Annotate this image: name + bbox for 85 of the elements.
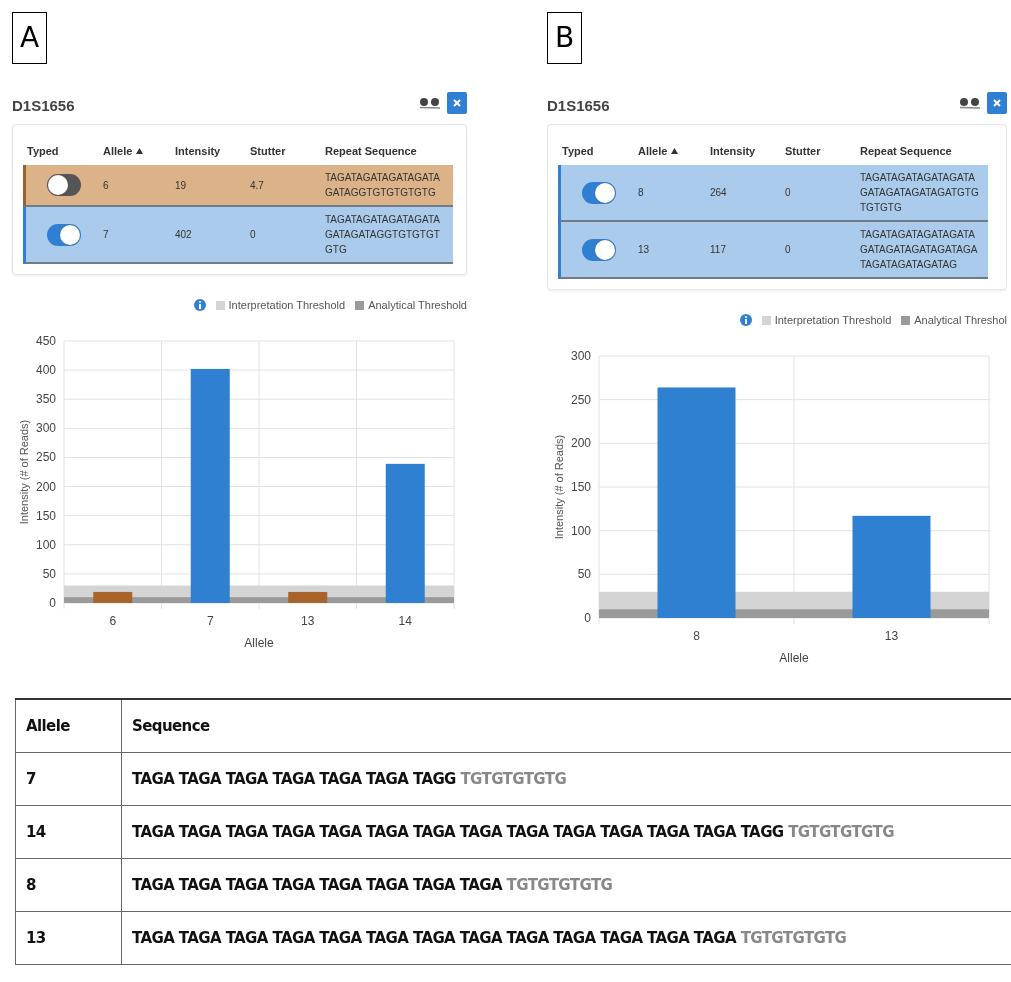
y-tick-label: 200 <box>35 479 56 494</box>
typed-toggle[interactable] <box>581 238 616 261</box>
y-tick-label: 50 <box>42 566 56 581</box>
y-tick-label: 200 <box>570 436 591 451</box>
intensity-cell: 264 <box>710 187 727 198</box>
marker-title: D1S1656 <box>12 97 75 114</box>
stutter-cell: 0 <box>785 244 791 255</box>
allele-cell: 13 <box>26 929 46 947</box>
legend-label: Analytical Threshold <box>368 299 467 311</box>
column-header: Allele <box>26 717 70 735</box>
y-tick-label: 300 <box>570 349 591 363</box>
column-header[interactable]: Allele <box>103 145 133 157</box>
column-header[interactable]: Stutter <box>785 145 821 157</box>
panel-label: B <box>547 12 583 64</box>
repeat-sequence-cell-text: TAGATAGATAGATAGATAGATAGATAGATAGATAGATAGATAGATAGATAG <box>860 228 979 272</box>
y-tick-label: 400 <box>35 363 56 378</box>
intensity-cell: 117 <box>710 244 726 255</box>
column-header[interactable]: Intensity <box>710 145 756 157</box>
allele-cell: 8 <box>638 187 644 198</box>
y-tick-label: 250 <box>35 450 56 465</box>
allele-cell: 14 <box>26 823 46 841</box>
info-icon[interactable] <box>193 299 206 311</box>
stutter-cell: 0 <box>785 187 791 198</box>
column-header[interactable]: Typed <box>27 145 59 157</box>
stutter-cell: 0 <box>250 229 256 240</box>
x-tick-label: 7 <box>206 614 214 628</box>
y-tick-label: 100 <box>570 523 591 538</box>
x-tick-label: 13 <box>301 614 315 628</box>
sort-ascending-icon <box>671 148 679 154</box>
y-tick-label: 0 <box>584 611 591 625</box>
y-tick-label: 150 <box>570 480 591 494</box>
x-axis-title: Allele <box>244 636 274 650</box>
close-icon <box>993 99 1001 107</box>
allele-cell: 7 <box>103 229 109 240</box>
column-header[interactable]: Allele <box>638 145 668 157</box>
column-header[interactable]: Stutter <box>250 145 286 157</box>
repeat-sequence-cell-text: TAGATAGATAGATAGATAGATAGGTGTGTGTGTG <box>325 171 441 200</box>
y-tick-label: 350 <box>35 392 56 407</box>
repeat-sequence-cell-text: TAGATAGATAGATAGATAGATAGATAGATAGATGTGTGTGTG <box>860 171 980 215</box>
legend-label: Analytical Threshol <box>914 314 1007 326</box>
y-tick-label: 50 <box>577 567 591 582</box>
y-axis-title: Intensity (# of Reads) <box>553 434 565 540</box>
allele-cell: 7 <box>26 770 36 788</box>
intensity-cell: 402 <box>175 229 192 240</box>
x-tick-label: 6 <box>109 614 117 628</box>
y-tick-label: 450 <box>35 334 56 348</box>
sequence-cell: TAGA TAGA TAGA TAGA TAGA TAGA TAGA TAGA TAGA TAGA TAGA TAGA TAGA TGTGTGTGTG <box>132 929 847 947</box>
sort-ascending-icon <box>136 148 144 154</box>
close-button[interactable] <box>987 92 1007 114</box>
x-tick-label: 14 <box>398 614 412 628</box>
x-tick-label: 13 <box>884 629 899 643</box>
typed-toggle[interactable] <box>46 174 81 196</box>
allele-cell: 13 <box>638 244 650 255</box>
close-icon <box>453 99 461 107</box>
y-tick-label: 0 <box>49 596 56 610</box>
y-tick-label: 150 <box>35 508 56 523</box>
column-header: Sequence <box>132 717 210 735</box>
marker-title: D1S1656 <box>547 97 610 114</box>
repeat-sequence-cell-text: TAGATAGATAGATAGATAGATAGATAGGTGTGTGTGTG <box>325 213 441 257</box>
column-header[interactable]: Repeat Sequence <box>325 145 417 157</box>
panel-label: A <box>12 12 48 64</box>
column-header[interactable]: Typed <box>562 145 594 157</box>
intensity-cell: 19 <box>175 179 187 191</box>
sequence-cell: TAGA TAGA TAGA TAGA TAGA TAGA TAGG TGTGTGTGTG <box>132 770 567 788</box>
info-icon[interactable] <box>739 314 752 326</box>
typed-toggle[interactable] <box>46 223 81 246</box>
two-dots-icon[interactable] <box>959 97 981 109</box>
close-button[interactable] <box>447 92 467 114</box>
column-header[interactable]: Repeat Sequence <box>860 145 952 157</box>
y-axis-title: Intensity (# of Reads) <box>18 419 30 525</box>
y-tick-label: 100 <box>35 537 56 552</box>
sequence-cell: TAGA TAGA TAGA TAGA TAGA TAGA TAGA TAGA TAGA TAGA TAGA TAGA TAGA TAGG TGTGTGTGTG <box>132 823 894 841</box>
y-tick-label: 300 <box>35 421 56 436</box>
allele-cell: 8 <box>26 876 36 894</box>
x-axis-title: Allele <box>779 651 809 665</box>
stutter-cell: 4.7 <box>250 179 264 191</box>
x-tick-label: 8 <box>693 629 700 643</box>
two-dots-icon[interactable] <box>419 97 441 109</box>
y-tick-label: 250 <box>570 392 591 407</box>
column-header[interactable]: Intensity <box>175 145 221 157</box>
allele-cell: 6 <box>103 179 109 191</box>
sequence-cell: TAGA TAGA TAGA TAGA TAGA TAGA TAGA TAGA TGTGTGTGTG <box>132 876 613 894</box>
legend-label: Interpretation Threshold <box>774 314 892 326</box>
typed-toggle[interactable] <box>581 181 616 204</box>
legend-label: Interpretation Threshold <box>228 299 346 311</box>
